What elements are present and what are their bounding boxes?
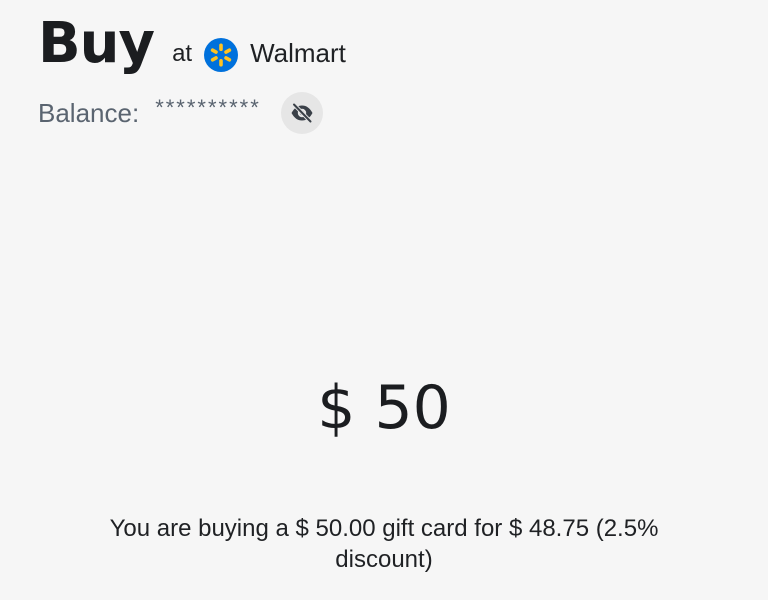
purchase-summary: You are buying a $ 50.00 gift card for $… [109, 515, 659, 573]
page-title: Buy [38, 11, 155, 76]
balance-value: ********** [155, 95, 261, 120]
eye-slash-icon [291, 102, 313, 124]
merchant-name: Walmart [250, 38, 346, 68]
balance-row: Balance: ********** [38, 92, 323, 134]
walmart-spark-icon [204, 38, 239, 72]
balance-label: Balance: [38, 97, 140, 128]
gift-card-amount: $ 50 [317, 373, 451, 443]
at-label: at [172, 40, 193, 67]
page-header: Buy at Walmart [38, 8, 346, 80]
toggle-balance-visibility-button[interactable] [280, 92, 323, 134]
